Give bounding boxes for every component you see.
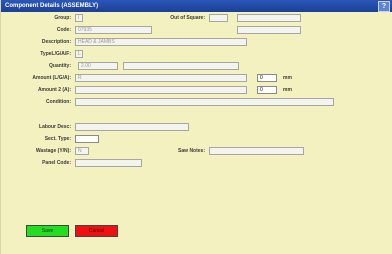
saw-notes-field[interactable] bbox=[209, 147, 304, 155]
code-label: Code: bbox=[56, 27, 71, 33]
type-field[interactable]: L bbox=[75, 50, 83, 58]
component-details-window: Component Details (ASSEMBLY) ? Group: I … bbox=[0, 0, 392, 254]
saw-notes-label: Saw Notes: bbox=[178, 148, 205, 154]
group-label: Group: bbox=[54, 15, 71, 21]
quantity-field[interactable]: 2.00 bbox=[78, 62, 118, 70]
sect-type-label: Sect. Type: bbox=[44, 136, 71, 142]
group-field[interactable]: I bbox=[75, 14, 83, 22]
description-field[interactable]: HEAD & JAMBS bbox=[75, 38, 247, 46]
wastage-label: Wastage (Y/N): bbox=[35, 148, 71, 154]
amount2-number-input[interactable]: 0 bbox=[257, 86, 277, 94]
out-of-square-label: Out of Square: bbox=[170, 15, 205, 21]
condition-label: Condition: bbox=[46, 99, 71, 105]
panel-code-field[interactable] bbox=[75, 159, 142, 167]
labour-desc-label: Labour Desc: bbox=[39, 124, 71, 130]
amount-lga-number-input[interactable]: 0 bbox=[257, 74, 277, 82]
amount-lga-unit: mm bbox=[283, 75, 292, 81]
amount2-label: Amount 2 (A): bbox=[37, 87, 71, 93]
panel-code-label: Panel Code: bbox=[42, 160, 71, 166]
amount2-unit: mm bbox=[283, 87, 292, 93]
labour-desc-field[interactable] bbox=[75, 123, 189, 131]
wastage-field[interactable]: N bbox=[75, 147, 89, 155]
out-of-square-field-2[interactable] bbox=[237, 14, 301, 22]
quantity-field-2[interactable] bbox=[123, 62, 239, 70]
amount-lga-label: Amount (L/G/A): bbox=[32, 75, 71, 81]
amount2-field[interactable] bbox=[75, 86, 247, 94]
out-of-square-field[interactable] bbox=[209, 14, 228, 22]
title-bar: Component Details (ASSEMBLY) bbox=[1, 0, 392, 12]
help-icon[interactable]: ? bbox=[378, 1, 390, 12]
condition-field[interactable] bbox=[75, 98, 334, 106]
description-label: Description: bbox=[41, 39, 71, 45]
window-title: Component Details (ASSEMBLY) bbox=[5, 3, 99, 9]
quantity-label: Quantity: bbox=[49, 63, 71, 69]
cancel-button[interactable]: Cancel bbox=[75, 225, 118, 237]
code-field-2[interactable] bbox=[237, 26, 301, 34]
save-button[interactable]: Save bbox=[26, 225, 69, 237]
type-label: TypeL/G/A/F: bbox=[40, 51, 71, 57]
sect-type-field[interactable] bbox=[75, 135, 99, 143]
amount-lga-field[interactable]: R bbox=[75, 74, 247, 82]
code-field[interactable]: 07935 bbox=[75, 26, 152, 34]
